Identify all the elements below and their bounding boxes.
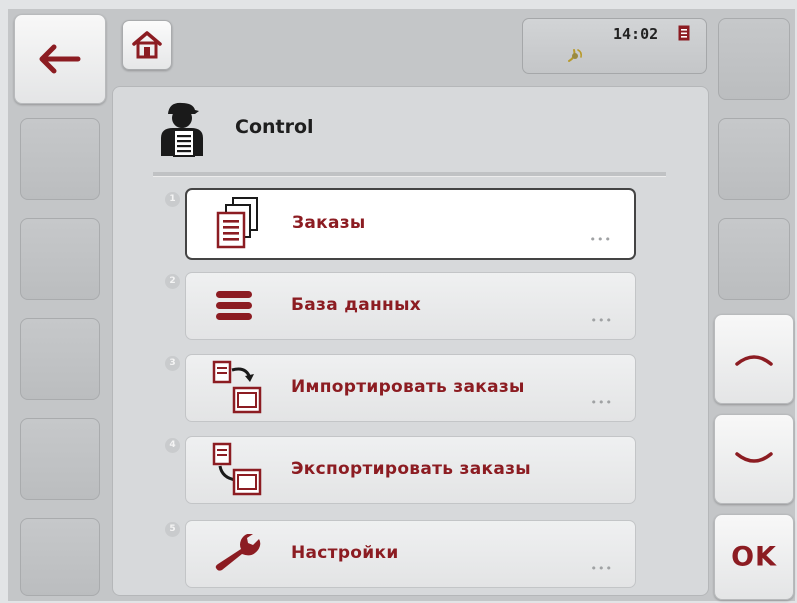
item-number: 3 [165,356,180,371]
orders-icon [216,197,258,249]
menu-item-export-orders[interactable]: Экспортировать заказы [185,436,636,504]
gps-signal-icon [568,49,582,62]
ok-label: OK [731,541,777,573]
header-divider [153,172,666,177]
menu-item-orders[interactable]: Заказы ••• [185,188,636,260]
left-softkey-2[interactable] [20,118,100,200]
menu-item-import-orders[interactable]: Импортировать заказы ••• [185,354,636,422]
item-number: 2 [165,274,180,289]
more-indicator: ••• [589,233,612,246]
right-softkey-2[interactable] [718,118,790,200]
ok-button[interactable]: OK [714,514,794,600]
menu-item-label: Заказы [292,213,366,233]
arrow-left-icon [39,44,81,74]
item-number: 5 [165,522,180,537]
left-softkey-4[interactable] [20,318,100,400]
menu-item-settings[interactable]: Настройки ••• [185,520,636,588]
left-softkey-3[interactable] [20,218,100,300]
home-button[interactable] [122,20,172,70]
chevron-up-icon [735,355,773,366]
wrench-icon [215,534,261,571]
right-softkey-1[interactable] [718,18,790,100]
status-bar: 14:02 [522,18,707,74]
more-indicator: ••• [590,396,613,409]
menu-item-label: Настройки [291,543,399,563]
more-indicator: ••• [590,314,613,327]
left-softkey-6[interactable] [20,518,100,596]
task-status-icon [678,25,690,41]
more-indicator: ••• [590,562,613,575]
menu-item-label: Импортировать заказы [291,377,525,397]
export-orders-icon [212,442,262,496]
chevron-down-icon [735,452,773,463]
menu-item-label: Экспортировать заказы [291,459,531,479]
home-icon [132,31,162,59]
scroll-down-button[interactable] [714,414,794,504]
right-softkey-3[interactable] [718,218,790,300]
menu-item-database[interactable]: База данных ••• [185,272,636,340]
database-icon [216,291,252,320]
item-number: 1 [165,192,180,207]
left-softkey-5[interactable] [20,418,100,500]
page-title: Control [235,116,314,138]
operator-icon [161,102,203,157]
scroll-up-button[interactable] [714,314,794,404]
clock: 14:02 [613,25,659,43]
menu-item-label: База данных [291,295,422,315]
back-button[interactable] [14,14,106,104]
import-orders-icon [212,360,262,414]
item-number: 4 [165,438,180,453]
